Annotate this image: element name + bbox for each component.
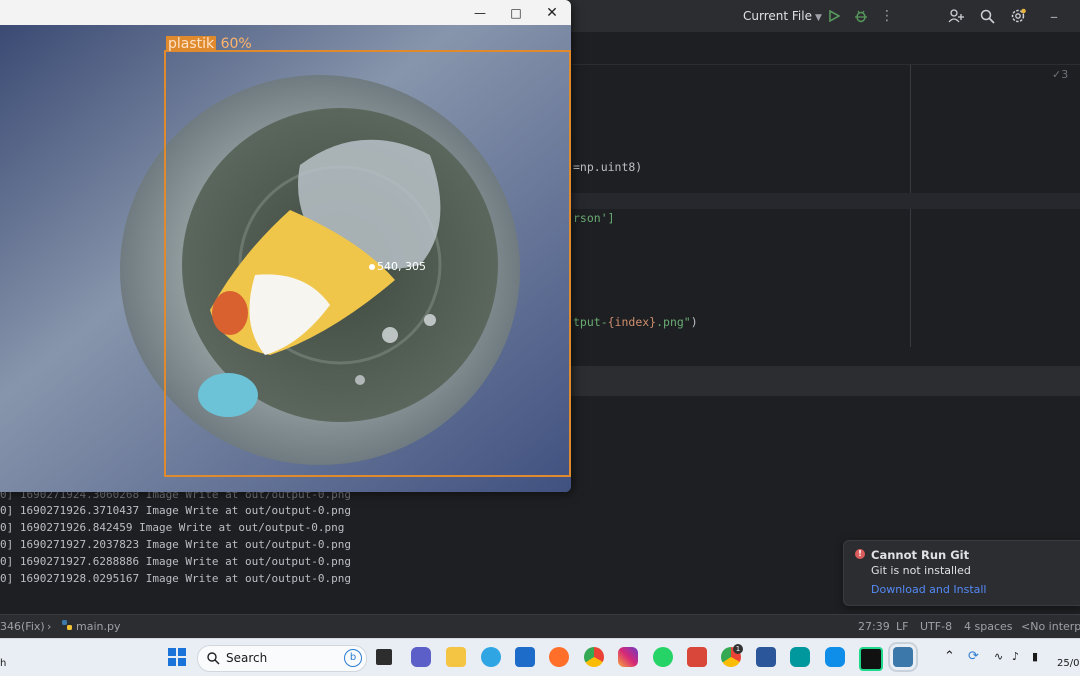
close-button[interactable]: ✕: [534, 0, 570, 25]
code-line-1: =np.uint8): [573, 160, 643, 174]
console-line: 0] 1690271927.6288886 Image Write at out…: [0, 555, 351, 568]
notification-title: Cannot Run Git: [871, 548, 970, 562]
sync-icon[interactable]: ⟳: [968, 649, 979, 664]
file-explorer-icon[interactable]: [446, 647, 466, 667]
clock-date[interactable]: 25/07: [1057, 658, 1080, 669]
notification-badge: 1: [733, 644, 743, 654]
edge-icon[interactable]: [481, 647, 501, 667]
camera-frame: [0, 25, 571, 492]
search-icon[interactable]: [977, 6, 997, 26]
battery-icon[interactable]: ▮: [1032, 650, 1038, 663]
taskbar-search[interactable]: Search b: [197, 645, 367, 672]
maximize-button[interactable]: □: [498, 0, 534, 25]
show-hidden-icons-icon[interactable]: ⌃: [944, 649, 955, 664]
store-icon[interactable]: [515, 647, 535, 667]
console-line: 0] 1690271928.0295167 Image Write at out…: [0, 572, 351, 585]
windows-start-icon[interactable]: [167, 647, 187, 667]
line-ending[interactable]: LF: [896, 620, 908, 633]
python-app-icon[interactable]: [888, 642, 918, 672]
console-line: 0] 1690271927.2037823 Image Write at out…: [0, 538, 351, 551]
teamviewer-icon[interactable]: [825, 647, 845, 667]
windows-taskbar: h Search b 1 ⌃ ⟳ ∿ ♪ ▮ 25/07: [0, 638, 1080, 676]
search-label: Search: [226, 651, 268, 665]
tool-window-header: [571, 366, 1080, 396]
minimize-ide-icon[interactable]: –: [1044, 6, 1064, 26]
file-encoding[interactable]: UTF-8: [920, 620, 952, 633]
caret-position[interactable]: 27:39: [858, 620, 890, 633]
git-notification: ! Cannot Run Git Git is not installed Do…: [843, 540, 1080, 606]
wifi-icon[interactable]: ∿: [994, 650, 1003, 663]
debug-icon[interactable]: [851, 6, 871, 26]
pycharm-icon[interactable]: [859, 647, 883, 671]
detection-label: plastik 60%: [166, 36, 252, 52]
code-line-3: tput-{index}.png"): [573, 315, 698, 329]
detection-confidence: 60%: [220, 36, 252, 52]
notification-message: Git is not installed: [871, 564, 971, 577]
console-line: 0] 1690271926.842459 Image Write at out/…: [0, 521, 345, 534]
viewer-titlebar[interactable]: — □ ✕: [0, 0, 571, 25]
minimize-button[interactable]: —: [462, 0, 498, 25]
interpreter-selector[interactable]: <No interpre: [1021, 620, 1080, 633]
code-line-2: rson']: [573, 211, 615, 225]
word-icon[interactable]: [756, 647, 776, 667]
volume-icon[interactable]: ♪: [1012, 650, 1019, 663]
error-icon: !: [855, 549, 865, 559]
books-icon[interactable]: [687, 647, 707, 667]
run-icon[interactable]: [824, 6, 844, 26]
bing-icon: b: [344, 649, 362, 667]
ide-status-bar: 346(Fix) › main.py 27:39 LF UTF-8 4 spac…: [0, 614, 1080, 639]
firefox-icon[interactable]: [549, 647, 569, 667]
center-coordinates: 540, 305: [377, 260, 426, 273]
code-highlight-band: [571, 193, 1080, 209]
indentation[interactable]: 4 spaces: [964, 620, 1013, 633]
breadcrumb-separator-icon: ›: [47, 620, 52, 633]
run-config-selector[interactable]: Current File ▼: [743, 9, 822, 23]
breadcrumb-project[interactable]: 346(Fix): [0, 620, 45, 633]
instagram-icon[interactable]: [618, 647, 638, 667]
chrome-icon[interactable]: [584, 647, 604, 667]
search-icon: [207, 652, 220, 665]
detection-class: plastik: [166, 36, 217, 52]
run-config-label: Current File: [743, 9, 812, 23]
taskbar-left-text: h: [0, 658, 7, 669]
inspection-count: 3: [1061, 68, 1069, 81]
console-line: 0] 1690271926.3710437 Image Write at out…: [0, 504, 351, 517]
breadcrumb-file[interactable]: main.py: [76, 620, 120, 633]
add-user-icon[interactable]: [946, 6, 966, 26]
teams-chat-icon[interactable]: [411, 647, 431, 667]
chevron-down-icon: ▼: [814, 13, 822, 23]
settings-gear-icon[interactable]: [1008, 6, 1028, 26]
center-point: [369, 264, 375, 270]
whatsapp-icon[interactable]: [653, 647, 673, 667]
download-install-link[interactable]: Download and Install: [871, 583, 986, 596]
more-actions-icon[interactable]: ⋮: [877, 6, 897, 26]
image-viewer-window[interactable]: — □ ✕ plastik 60% 540, 305: [0, 0, 571, 492]
task-view-icon[interactable]: [376, 649, 392, 665]
python-file-icon: [61, 619, 73, 634]
inspection-indicator[interactable]: ✓3: [1052, 68, 1068, 81]
arduino-icon[interactable]: [790, 647, 810, 667]
